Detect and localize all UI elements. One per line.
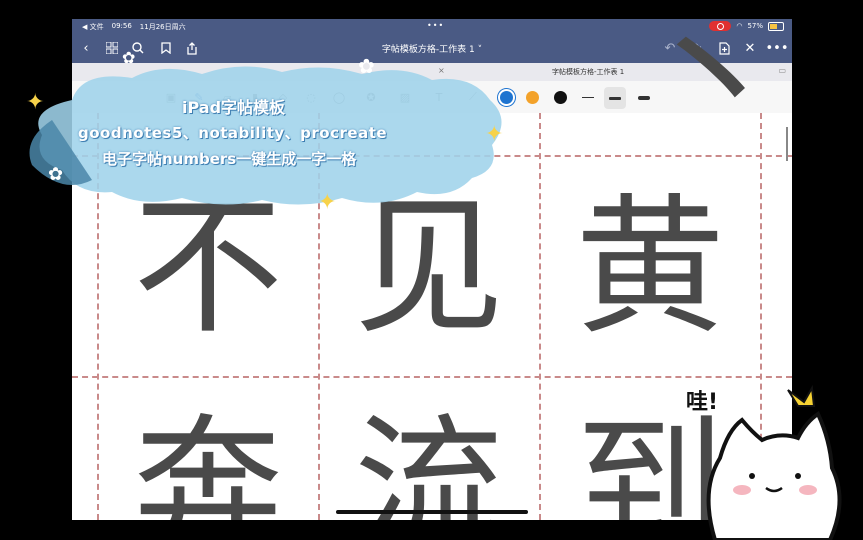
grid-char: 不	[132, 181, 283, 355]
banner-caption: 电子字帖numbers一键生成一字一格	[102, 150, 357, 168]
sticker-text: 哇!	[686, 390, 719, 415]
home-indicator[interactable]	[336, 510, 528, 514]
cat-sticker: 哇!	[680, 380, 860, 540]
banner-title: iPad字帖模板	[182, 98, 286, 117]
bookmark-icon[interactable]	[158, 40, 174, 56]
document-title[interactable]: 字帖模板方格-工作表 1 ˅	[352, 42, 512, 55]
flower-icon: ✿	[48, 164, 64, 185]
back-chevron-icon[interactable]: ‹	[78, 40, 94, 56]
status-time: 09:56	[111, 22, 132, 30]
sparkle-icon: ✦	[26, 90, 45, 115]
scroll-indicator[interactable]	[786, 127, 788, 161]
back-to-app[interactable]: ◀ 文件	[82, 22, 104, 32]
sparkle-icon: ✦	[318, 190, 337, 215]
grid-char: 黄	[574, 181, 725, 355]
promo-banner: iPad字帖模板 goodnotes5、notability、procreate…	[22, 48, 512, 215]
grid-char: 见	[353, 181, 504, 355]
color-black-swatch[interactable]	[554, 91, 567, 104]
color-orange-swatch[interactable]	[526, 91, 539, 104]
share-icon[interactable]	[184, 40, 200, 56]
grid-char: 丶	[636, 19, 787, 165]
multitask-dots-icon[interactable]: •••	[427, 21, 444, 30]
sparkle-icon: ✦	[485, 122, 504, 147]
grid-line	[72, 376, 792, 378]
grid-line	[539, 113, 541, 520]
thumbnails-grid-icon[interactable]	[104, 40, 120, 56]
flower-icon: ✿	[358, 54, 375, 78]
banner-subtitle: goodnotes5、notability、procreate	[78, 124, 388, 142]
flower-icon: ✿	[122, 48, 136, 67]
grid-char: 流	[353, 401, 504, 520]
stroke-thin-option[interactable]	[582, 97, 594, 98]
status-date: 11月26日周六	[139, 23, 186, 31]
grid-char: 奔	[132, 401, 283, 520]
